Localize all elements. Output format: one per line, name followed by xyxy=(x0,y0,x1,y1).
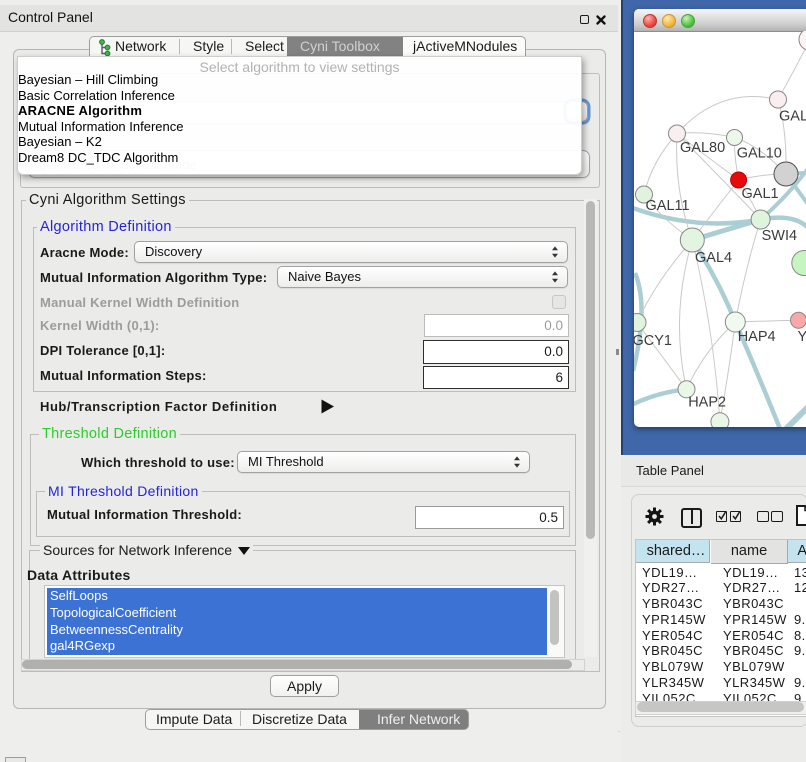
svg-text:GAL1: GAL1 xyxy=(742,186,779,202)
svg-text:GAL11: GAL11 xyxy=(646,198,690,214)
svg-text:YD: YD xyxy=(798,329,806,345)
svg-text:HAP4: HAP4 xyxy=(738,329,776,345)
svg-text:SWI4: SWI4 xyxy=(762,228,797,244)
svg-text:GCY1: GCY1 xyxy=(634,333,672,349)
svg-text:GAL80: GAL80 xyxy=(680,140,725,156)
svg-text:HAP2: HAP2 xyxy=(688,394,726,410)
svg-text:GAL2: GAL2 xyxy=(779,109,806,125)
svg-text:GAL4: GAL4 xyxy=(695,250,732,266)
svg-text:GAL10: GAL10 xyxy=(737,146,782,162)
